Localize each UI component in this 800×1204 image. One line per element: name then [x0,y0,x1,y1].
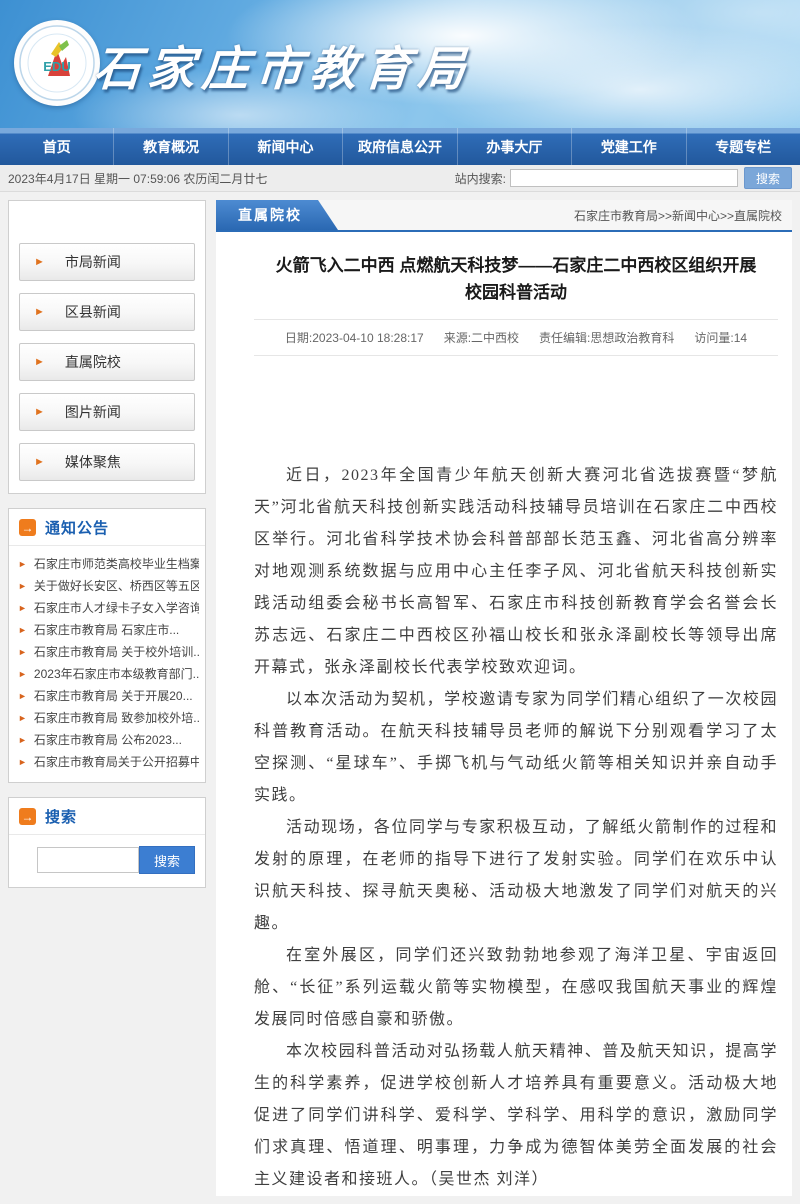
notice-text: 石家庄市教育局 石家庄市... [34,619,179,641]
sidebar-item-district-news[interactable]: ► 区县新闻 [19,293,195,331]
notice-link[interactable]: ► 石家庄市教育局 致参加校外培... [18,707,199,729]
arrow-right-icon: ► [34,256,45,268]
notice-text: 石家庄市教育局 公布2023... [34,729,182,751]
datetime-text: 2023年4月17日 星期一 07:59:06 农历闰二月廿七 [8,170,267,187]
bullet-arrow-icon: ► [18,619,27,641]
page: EDU 石家庄市教育局 首页 教育概况 新闻中心 政府信息公开 办事大厅 党建工… [0,0,800,1152]
notice-link[interactable]: ► 石家庄市人才绿卡子女入学咨询电... [18,597,199,619]
sidebar-item-label: 媒体聚焦 [65,452,121,472]
sidebar-news-nav-box: 新闻中心 ► 市局新闻 ► 区县新闻 ► 直属院校 ► [8,200,206,494]
notice-link[interactable]: ► 石家庄市教育局 石家庄市... [18,619,199,641]
nav-item-service-hall[interactable]: 办事大厅 [458,128,572,165]
bullet-arrow-icon: ► [18,553,27,575]
notice-text: 石家庄市教育局 关于开展20... [34,685,193,707]
breadcrumb[interactable]: 石家庄市教育局>>新闻中心>>直属院校 [574,207,792,224]
nav-item-home[interactable]: 首页 [0,128,114,165]
notice-link[interactable]: ► 石家庄市教育局关于公开招募中小... [18,751,199,773]
sidebar-search-button[interactable]: 搜索 [139,846,195,874]
bullet-arrow-icon: ► [18,751,27,773]
section-tab-bar: 直属院校 石家庄市教育局>>新闻中心>>直属院校 [216,200,792,232]
sidebar-search-box: → 搜索 搜索 [8,797,206,888]
notices-header: → 通知公告 [9,509,205,546]
article-visits: 访问量:14 [694,329,747,346]
notice-link[interactable]: ► 石家庄市师范类高校毕业生档案邮... [18,553,199,575]
notice-list: ►石家庄市师范类高校毕业生档案邮... ►关于做好长安区、桥西区等五区2... … [9,546,205,782]
education-bureau-logo-icon: EDU [18,24,96,102]
site-search-label: 站内搜索: [455,170,506,187]
article-paragraph: 本次校园科普活动对弘扬载人航天精神、普及航天知识，提高学生的科学素养，促进学校创… [254,1036,778,1196]
bullet-arrow-icon: ► [18,707,27,729]
sidebar-search-header: → 搜索 [9,798,205,835]
article-paragraph: 近日，2023年全国青少年航天创新大赛河北省选拔赛暨“梦航天”河北省航天科技创新… [254,460,778,684]
tab-affiliated-schools[interactable]: 直属院校 [216,200,338,230]
svg-text:EDU: EDU [43,59,70,74]
sidebar-item-label: 图片新闻 [65,402,121,422]
notice-link[interactable]: ► 关于做好长安区、桥西区等五区2... [18,575,199,597]
site-logo: EDU [14,20,100,106]
nav-item-overview[interactable]: 教育概况 [114,128,228,165]
article-paragraph: 活动现场，各位同学与专家积极互动，了解纸火箭制作的过程和发射的原理，在老师的指导… [254,812,778,940]
bullet-arrow-icon: ► [18,597,27,619]
sidebar-item-label: 区县新闻 [65,302,121,322]
arrow-right-icon: ► [34,406,45,418]
nav-item-gov-info[interactable]: 政府信息公开 [343,128,457,165]
sidebar-item-media-focus[interactable]: ► 媒体聚焦 [19,443,195,481]
article-body: 近日，2023年全国青少年航天创新大赛河北省选拔赛暨“梦航天”河北省航天科技创新… [254,460,778,1196]
nav-item-special-columns[interactable]: 专题专栏 [687,128,800,165]
nav-item-news[interactable]: 新闻中心 [229,128,343,165]
nav-item-party-building[interactable]: 党建工作 [572,128,686,165]
arrow-right-icon: ► [34,456,45,468]
main-pane: 直属院校 石家庄市教育局>>新闻中心>>直属院校 火箭飞入二中西 点燃航天科技梦… [216,200,792,1196]
bullet-arrow-icon: ► [18,575,27,597]
notice-text: 石家庄市教育局关于公开招募中小... [34,751,199,773]
sidebar-item-photo-news[interactable]: ► 图片新闻 [19,393,195,431]
notice-link[interactable]: ► 石家庄市教育局 关于校外培训... [18,641,199,663]
site-search-button[interactable]: 搜索 [744,167,792,189]
orange-arrow-icon: → [19,519,36,536]
notice-text: 2023年石家庄市本级教育部门... [34,663,199,685]
bullet-arrow-icon: ► [18,685,27,707]
sidebar-item-city-news[interactable]: ► 市局新闻 [19,243,195,281]
notice-link[interactable]: ► 石家庄市教育局 关于开展20... [18,685,199,707]
sidebar: 新闻中心 ► 市局新闻 ► 区县新闻 ► 直属院校 ► [8,200,206,902]
article-paragraph: 以本次活动为契机，学校邀请专家为同学们精心组织了一次校园科普教育活动。在航天科技… [254,684,778,812]
sidebar-item-label: 直属院校 [65,352,121,372]
main-navigation: 首页 教育概况 新闻中心 政府信息公开 办事大厅 党建工作 专题专栏 [0,128,800,165]
notice-text: 石家庄市师范类高校毕业生档案邮... [34,553,199,575]
article-meta: 日期:2023-04-10 18:28:17 来源:二中西校 责任编辑:思想政治… [254,319,778,356]
bullet-arrow-icon: ► [18,663,27,685]
article-date: 日期:2023-04-10 18:28:17 [285,329,424,346]
sidebar-item-label: 市局新闻 [65,252,121,272]
sidebar-search-title: 搜索 [45,806,77,827]
arrow-right-icon: ► [34,356,45,368]
sidebar-search-row: 搜索 [9,835,205,887]
site-title: 石家庄市教育局 [92,30,475,99]
notice-link[interactable]: ► 2023年石家庄市本级教育部门... [18,663,199,685]
article-paragraph: 在室外展区，同学们还兴致勃勃地参观了海洋卫星、宇宙返回舱、“长征”系列运载火箭等… [254,940,778,1036]
bullet-arrow-icon: ► [18,641,27,663]
sidebar-search-input[interactable] [37,847,139,873]
sidebar-notices-box: → 通知公告 ► 石家庄市师范类高校毕业生档案邮... ► 关于做好长安区、桥西区等… [8,508,206,783]
notice-link[interactable]: ► 石家庄市教育局 公布2023... [18,729,199,751]
article: 火箭飞入二中西 点燃航天科技梦——石家庄二中西校区组织开展校园科普活动 日期:2… [216,252,792,1196]
notice-text: 关于做好长安区、桥西区等五区2... [34,575,199,597]
orange-arrow-icon: → [19,808,36,825]
info-bar: 2023年4月17日 星期一 07:59:06 农历闰二月廿七 站内搜索: 搜索 [0,165,800,192]
article-editor: 责任编辑:思想政治教育科 [539,329,674,346]
site-banner: EDU 石家庄市教育局 [0,0,800,128]
content-area: 新闻中心 ► 市局新闻 ► 区县新闻 ► 直属院校 ► [0,192,800,1204]
bullet-arrow-icon: ► [18,729,27,751]
sidebar-item-affiliated-schools[interactable]: ► 直属院校 [19,343,195,381]
arrow-right-icon: ► [34,306,45,318]
notice-text: 石家庄市教育局 关于校外培训... [34,641,199,663]
notice-text: 石家庄市教育局 致参加校外培... [34,707,199,729]
article-source: 来源:二中西校 [444,329,519,346]
notice-text: 石家庄市人才绿卡子女入学咨询电... [34,597,199,619]
sidebar-news-nav-title: 新闻中心 [9,201,205,231]
sidebar-news-nav-list: ► 市局新闻 ► 区县新闻 ► 直属院校 ► 图片新闻 [9,231,205,493]
article-title: 火箭飞入二中西 点燃航天科技梦——石家庄二中西校区组织开展校园科普活动 [272,252,760,306]
site-search-input[interactable] [510,169,738,187]
notices-title: 通知公告 [45,517,109,538]
